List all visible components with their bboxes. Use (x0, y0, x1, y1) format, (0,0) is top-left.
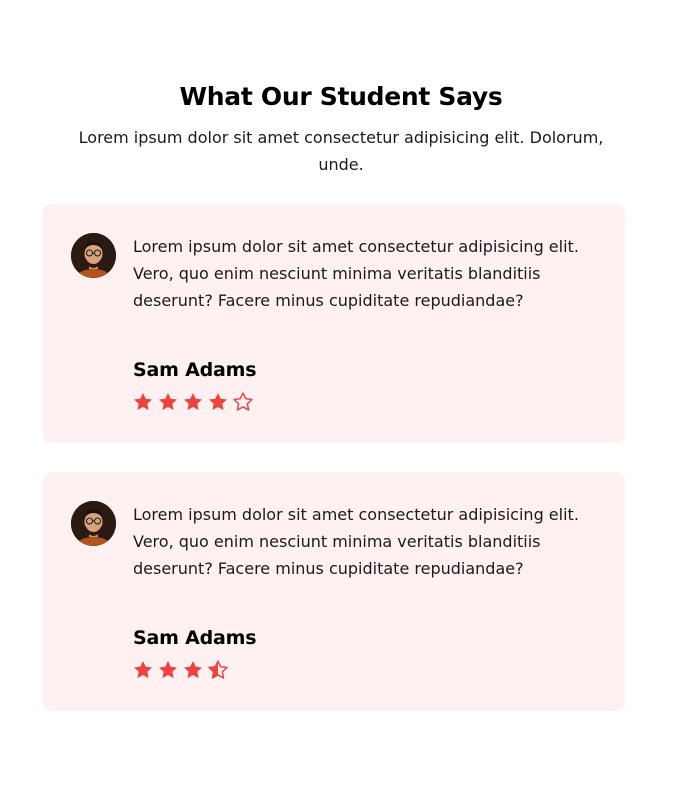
star-filled-icon (184, 661, 202, 678)
star-filled-icon (134, 661, 152, 678)
star-filled-icon (184, 393, 202, 410)
star-filled-icon (209, 393, 227, 410)
testimonial-author-name: Sam Adams (133, 359, 257, 381)
star-outline-icon (233, 392, 253, 411)
section-subtitle: Lorem ipsum dolor sit amet consectetur a… (78, 128, 604, 174)
testimonial-card: Lorem ipsum dolor sit amet consectetur a… (43, 204, 625, 443)
star-half-icon (208, 660, 228, 679)
testimonial-author-name: Sam Adams (133, 627, 257, 649)
star-rating (132, 391, 254, 413)
user-avatar (71, 501, 116, 546)
star-filled-icon (134, 393, 152, 410)
user-avatar (71, 233, 116, 278)
star-filled-icon (159, 393, 177, 410)
star-rating (132, 659, 229, 681)
star-filled-icon (159, 661, 177, 678)
testimonial-quote: Lorem ipsum dolor sit amet consectetur a… (133, 237, 579, 310)
testimonial-card: Lorem ipsum dolor sit amet consectetur a… (43, 472, 625, 711)
testimonials-section: What Our Student Says Lorem ipsum dolor … (0, 0, 682, 792)
section-title: What Our Student Says (179, 82, 503, 111)
testimonial-quote: Lorem ipsum dolor sit amet consectetur a… (133, 505, 579, 578)
